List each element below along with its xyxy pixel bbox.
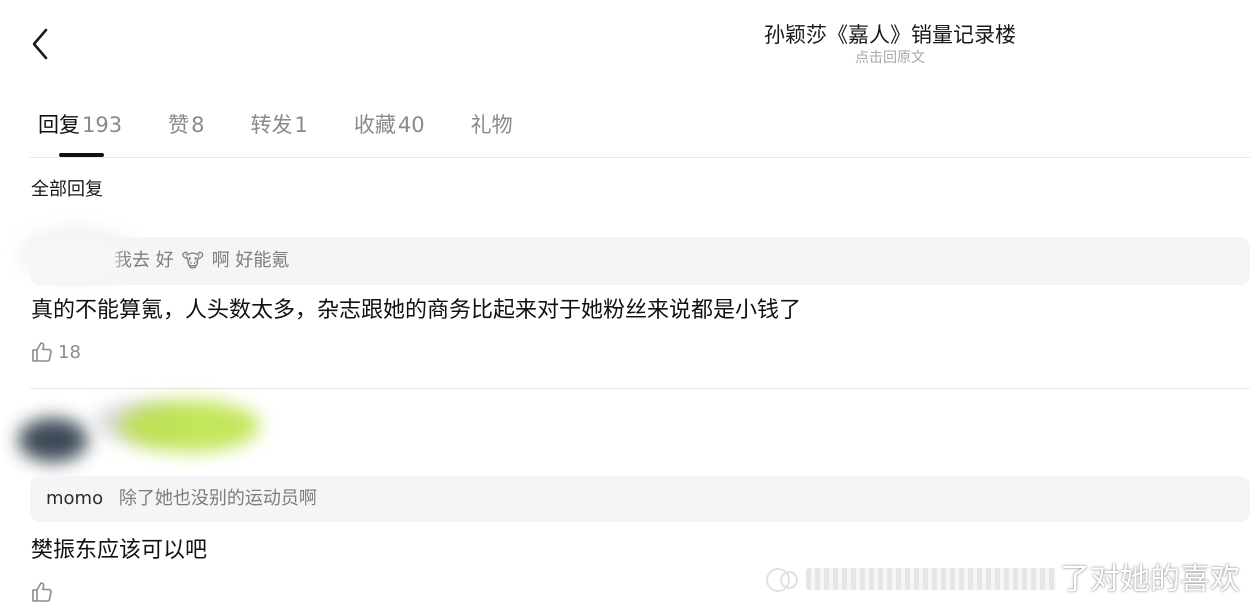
watermark: 了对她的喜欢 — [762, 556, 1250, 602]
page-title: 孙颖莎《嘉人》销量记录楼 — [764, 23, 1016, 47]
like-button[interactable]: 18 — [30, 340, 81, 364]
back-to-original-link[interactable]: 点击回原文 — [720, 50, 1060, 66]
tab-bar: 回复193 赞8 转发1 收藏40 礼物 — [38, 108, 559, 158]
blurred-username — [120, 400, 260, 452]
blurred-avatar — [18, 418, 88, 462]
tab-likes[interactable]: 赞8 — [168, 108, 204, 158]
thumbs-up-icon — [32, 342, 52, 362]
title-block: 孙颖莎《嘉人》销量记录楼 点击回原文 — [720, 20, 1060, 66]
watermark-logo-icon — [766, 568, 798, 592]
tab-label: 赞 — [168, 113, 190, 137]
tab-label: 收藏 — [353, 113, 396, 137]
quoted-reply[interactable]: momo 除了她也没别的运动员啊 — [30, 476, 1250, 522]
quote-text: 我去 好 — [114, 250, 174, 271]
tab-count: 1 — [294, 113, 308, 137]
tab-count: 8 — [191, 113, 205, 137]
comment-text: 樊振东应该可以吧 — [31, 538, 208, 563]
watermark-text: 了对她的喜欢 — [1060, 562, 1240, 597]
comment-divider — [30, 388, 1250, 389]
tab-count: 40 — [397, 113, 425, 137]
tabs-divider — [30, 157, 1250, 158]
back-button[interactable] — [26, 26, 56, 62]
tab-label: 礼物 — [470, 113, 513, 137]
quote-text: 啊 好能氪 — [211, 250, 290, 271]
cow-emoji-icon: 🐮 — [181, 250, 204, 272]
tab-reposts[interactable]: 转发1 — [250, 108, 307, 158]
thumbs-up-icon — [32, 582, 52, 602]
comment-text: 真的不能算氪，人头数太多，杂志跟她的商务比起来对于她粉丝来说都是小钱了 — [31, 298, 802, 323]
quote-author[interactable]: momo — [46, 487, 103, 511]
blurred-username — [20, 238, 120, 282]
like-button[interactable] — [30, 580, 54, 604]
like-count: 18 — [58, 341, 81, 363]
chevron-left-icon — [32, 28, 48, 60]
tab-gifts[interactable]: 礼物 — [471, 108, 513, 158]
section-heading: 全部回复 — [31, 179, 103, 200]
tab-label: 转发 — [250, 113, 293, 137]
quoted-reply[interactable]: 我去 好 🐮 啊 好能氪 — [30, 237, 1250, 285]
quote-text: 除了她也没别的运动员啊 — [118, 488, 317, 509]
tab-count: 193 — [82, 113, 123, 137]
tab-replies[interactable]: 回复193 — [38, 108, 122, 158]
tab-label: 回复 — [38, 113, 80, 137]
tab-favorites[interactable]: 收藏40 — [354, 108, 425, 158]
watermark-handle-blur — [806, 568, 1056, 590]
